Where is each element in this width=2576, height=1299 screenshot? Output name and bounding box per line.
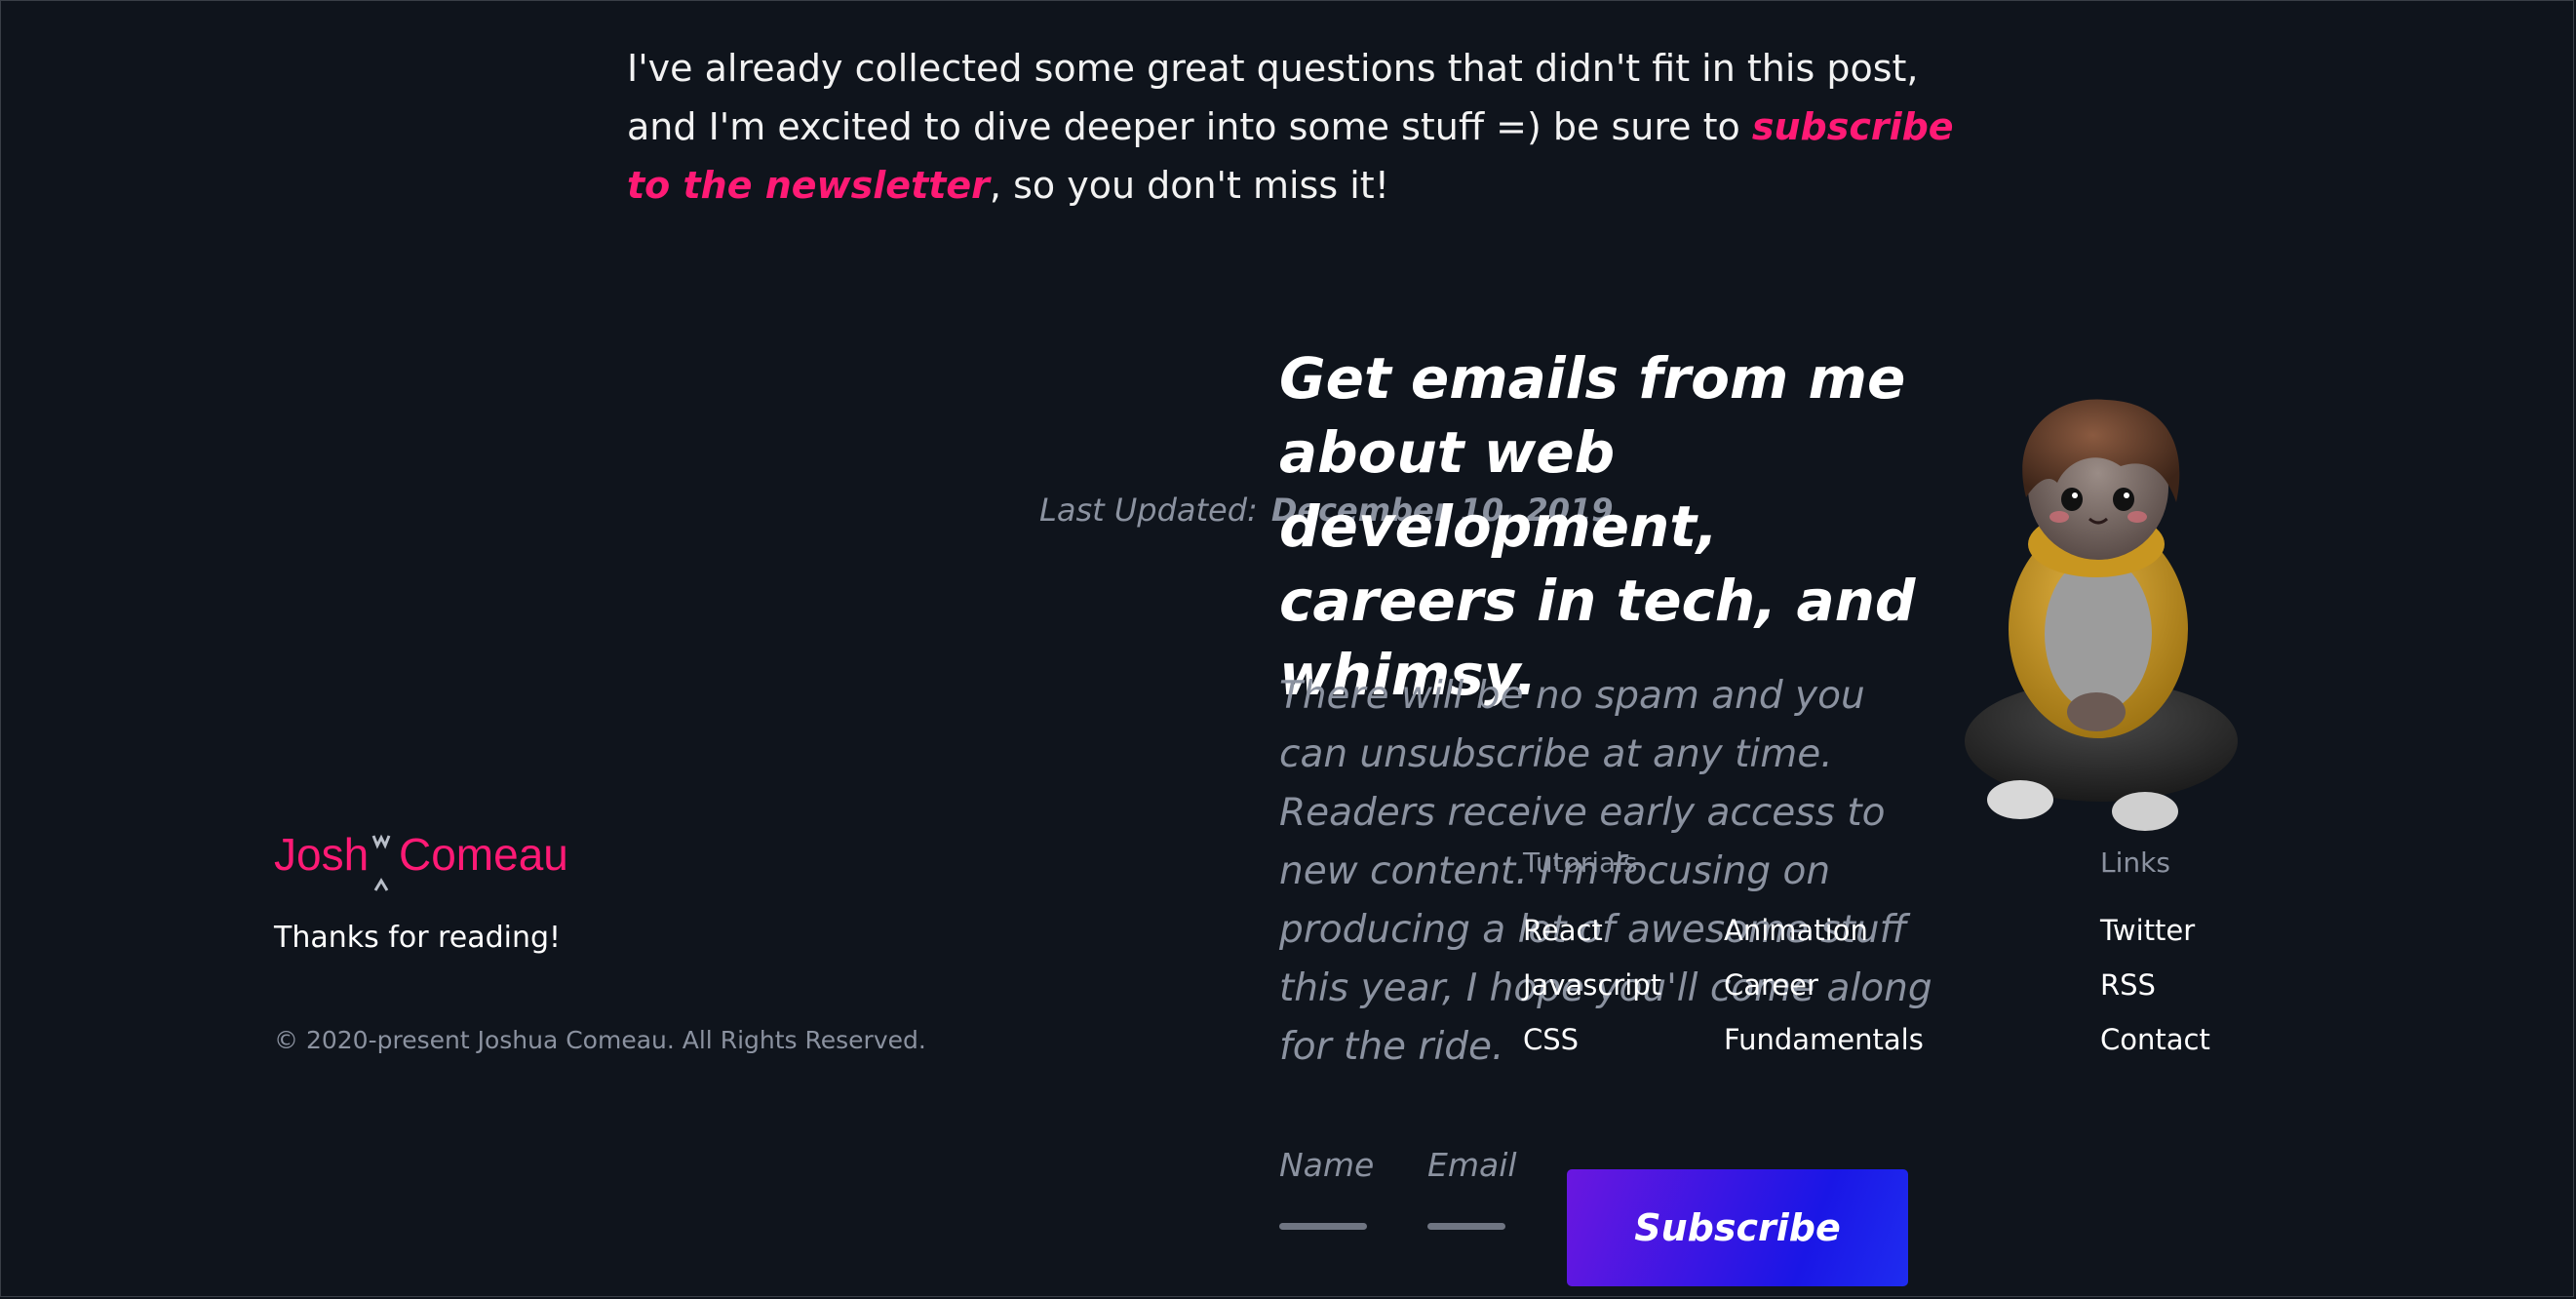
thanks-text: Thanks for reading! — [274, 921, 562, 955]
footer-link-rss[interactable]: RSS — [2100, 968, 2156, 1002]
footer-link-react[interactable]: React — [1523, 914, 1603, 947]
name-field[interactable]: Name — [1279, 1146, 1375, 1230]
logo-last-name: Comeau — [399, 829, 568, 880]
newsletter-title: Get emails from me about web development… — [1279, 345, 1916, 708]
avatar-illustration — [1965, 399, 2238, 831]
links-heading: Links — [2100, 846, 2170, 879]
email-placeholder: Email — [1427, 1146, 1517, 1184]
logo-first-name: Josh — [274, 829, 369, 880]
last-updated-label: Last Updated: — [1039, 492, 1258, 529]
email-field[interactable]: Email — [1427, 1146, 1517, 1230]
footer-link-contact[interactable]: Contact — [2100, 1023, 2210, 1056]
footer-link-css[interactable]: CSS — [1523, 1023, 1579, 1056]
email-underline — [1427, 1223, 1505, 1230]
footer-link-javascript[interactable]: Javascript — [1523, 968, 1661, 1002]
intro-text-end: , so you don't miss it! — [989, 164, 1389, 207]
name-underline — [1279, 1223, 1367, 1230]
footer-link-career[interactable]: Career — [1724, 968, 1818, 1002]
subscribe-button-label: Subscribe — [1634, 1206, 1841, 1249]
josh-comeau-logo[interactable]: Josh Comeau — [274, 824, 586, 902]
logo-squiggle-icon — [371, 834, 391, 849]
logo-chevron-icon — [373, 878, 389, 891]
intro-text-start: I've already collected some great questi… — [627, 47, 1919, 148]
subscribe-button[interactable]: Subscribe — [1567, 1169, 1908, 1286]
copyright-text: © 2020-present Joshua Comeau. All Rights… — [274, 1026, 926, 1054]
tutorials-heading: Tutorials — [1523, 846, 1638, 879]
name-placeholder: Name — [1279, 1146, 1375, 1184]
footer-link-twitter[interactable]: Twitter — [2100, 914, 2195, 947]
footer-link-fundamentals[interactable]: Fundamentals — [1724, 1023, 1924, 1056]
article-paragraph: I've already collected some great questi… — [627, 39, 1972, 215]
footer-link-animation[interactable]: Animation — [1724, 914, 1868, 947]
